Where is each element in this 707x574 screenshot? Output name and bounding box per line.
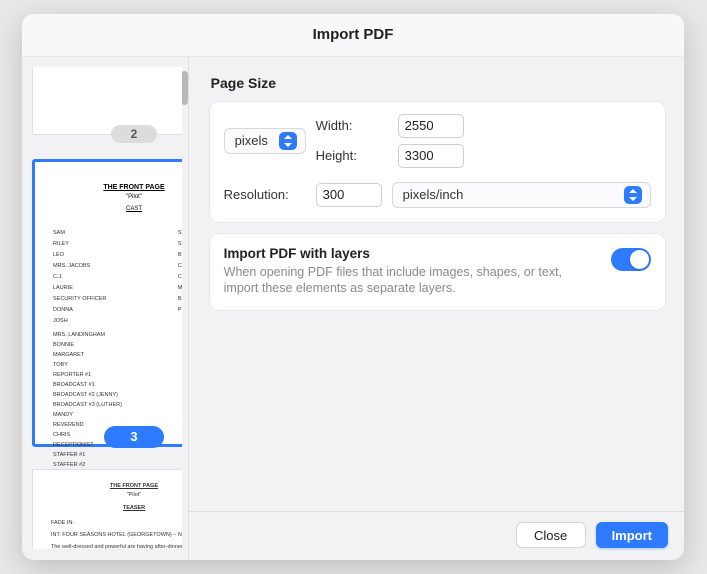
layers-text: Import PDF with layers When opening PDF … [224,246,599,296]
options-content: Page Size Width: pixels Height: [189,57,684,511]
close-button[interactable]: Close [516,522,586,548]
page-thumbnail-2[interactable]: 2 [32,67,182,135]
resolution-unit-select[interactable]: pixels/inch [392,182,651,208]
options-panel: Page Size Width: pixels Height: [189,57,684,560]
resolution-input[interactable] [316,183,382,207]
cast-left: SAM RILEY LEO MRS. JACOBS C.J. LAURIE SE… [53,228,106,324]
page-thumbnails-pane[interactable]: 2 THE FRONT PAGE "Pilot" CAST SAM RILEY … [22,57,188,560]
height-input[interactable] [398,144,464,168]
size-unit-value: pixels [235,133,268,148]
cast-columns: SAM RILEY LEO MRS. JACOBS C.J. LAURIE SE… [53,228,182,324]
import-button[interactable]: Import [596,522,668,548]
size-unit-select[interactable]: pixels [224,128,306,154]
dialog-title: Import PDF [22,14,684,57]
cast-continued: MRS. LANDINGHAM BONNIE MARGARET TOBY REP… [53,330,182,470]
width-input[interactable] [398,114,464,138]
doc-subtitle: "Pilot" [53,194,182,200]
page-badge-selected: 3 [104,426,164,448]
page-thumbnail-4[interactable]: THE FRONT PAGE "Pilot" TEASER FADE IN: I… [32,469,182,549]
resolution-label: Resolution: [224,187,306,202]
chevron-updown-icon [279,132,297,150]
chevron-updown-icon [624,186,642,204]
close-button-label: Close [534,528,567,543]
import-pdf-dialog: Import PDF 2 THE FRONT PAGE "Pilot" CAST [22,14,684,560]
width-height-grid: Width: pixels Height: [224,114,651,168]
page-badge: 2 [111,125,157,143]
page-number: 3 [130,429,137,444]
doc-cast-heading: CAST [53,206,182,212]
resolution-row: Resolution: pixels/inch [224,182,651,208]
height-label: Height: [316,148,398,163]
layers-description: When opening PDF files that include imag… [224,264,599,296]
import-button-label: Import [612,528,652,543]
page-size-heading: Page Size [211,75,666,91]
width-label: Width: [316,118,398,133]
layers-title: Import PDF with layers [224,246,599,261]
toggle-knob [630,250,649,269]
page-number: 2 [131,127,138,141]
layers-section: Import PDF with layers When opening PDF … [209,233,666,311]
resolution-unit-value: pixels/inch [403,187,464,202]
dialog-footer: Close Import [189,511,684,560]
dialog-title-text: Import PDF [313,26,394,43]
scrollbar-thumb[interactable] [181,71,188,105]
thumbnails-list: 2 THE FRONT PAGE "Pilot" CAST SAM RILEY … [32,67,182,550]
page-thumbnail-3-selected[interactable]: THE FRONT PAGE "Pilot" CAST SAM RILEY LE… [32,159,182,447]
cast-right: STUDENT #1 STUDENT #2 BILLY CALDWELL CAB… [178,228,182,324]
doc-title: THE FRONT PAGE [53,184,182,191]
dialog-body: 2 THE FRONT PAGE "Pilot" CAST SAM RILEY … [22,57,684,560]
page-size-section: Width: pixels Height: Resolution: [209,101,666,223]
layers-toggle[interactable] [611,248,651,271]
